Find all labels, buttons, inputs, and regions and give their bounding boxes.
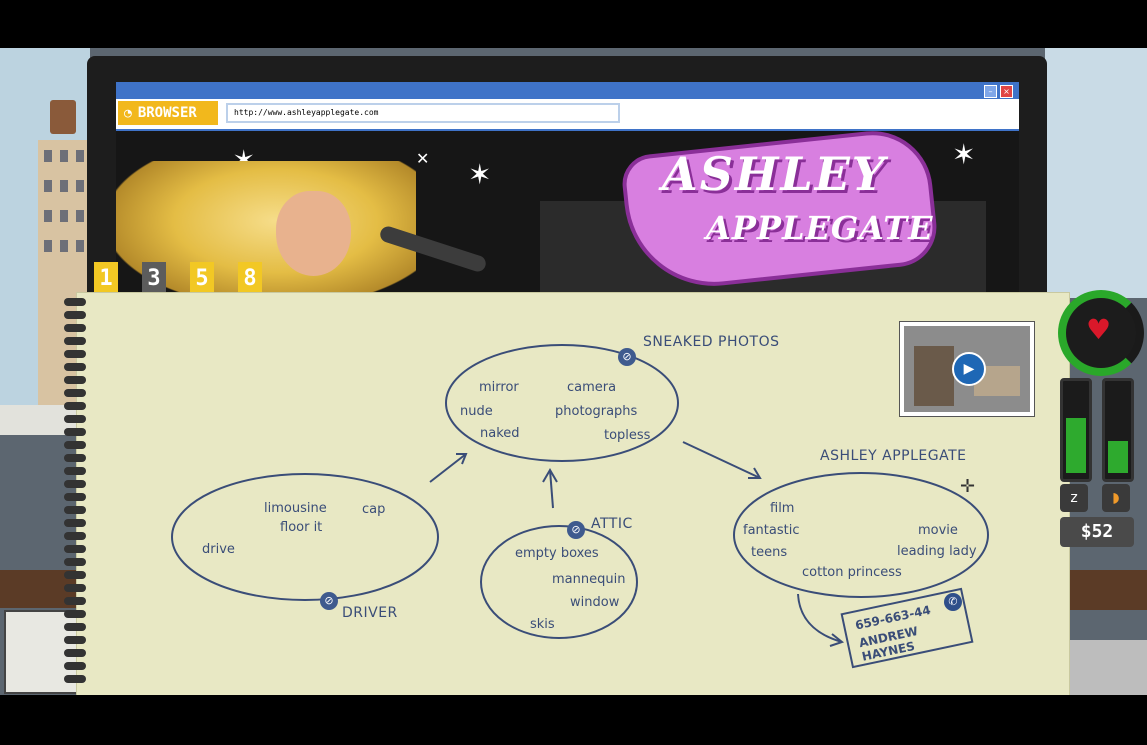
pin-icon[interactable]: ⊘ — [320, 592, 338, 610]
game-scene: – × ◔ BROWSER http://www.ashleyapplegate.… — [0, 0, 1147, 745]
word-photographs[interactable]: photographs — [555, 404, 637, 419]
word-window[interactable]: window — [570, 595, 619, 610]
sleep-bar-fill — [1066, 418, 1086, 473]
video-thumbnail[interactable]: ▶ — [900, 322, 1034, 416]
word-film[interactable]: film — [770, 501, 794, 516]
word-teens[interactable]: teens — [751, 545, 787, 560]
bubble-driver — [171, 473, 439, 601]
word-skis[interactable]: skis — [530, 617, 555, 632]
arrow-photos-to-ashley — [682, 441, 761, 479]
group-title-ashley-applegate: ASHLEY APPLEGATE — [820, 448, 967, 464]
word-fantastic[interactable]: fantastic — [743, 523, 799, 538]
arrow-ashley-to-contact — [797, 593, 843, 643]
word-naked[interactable]: naked — [480, 426, 520, 441]
word-movie[interactable]: movie — [918, 523, 958, 538]
crosshair-cursor-icon: ✛ — [960, 476, 976, 497]
pin-icon[interactable]: ⊘ — [567, 521, 585, 539]
group-title-attic: ATTIC — [591, 516, 633, 532]
word-floor-it[interactable]: floor it — [280, 520, 322, 535]
word-limousine[interactable]: limousine — [264, 501, 327, 516]
hunger-bar-fill — [1108, 441, 1128, 473]
money-display: $52 — [1060, 517, 1134, 547]
letterbox-bottom — [0, 695, 1147, 745]
phone-icon[interactable]: ✆ — [944, 593, 962, 611]
word-drive[interactable]: drive — [202, 542, 235, 557]
pin-icon[interactable]: ⊘ — [618, 348, 636, 366]
word-nude[interactable]: nude — [460, 404, 493, 419]
health-gauge: ♥ — [1052, 290, 1144, 376]
word-cap[interactable]: cap — [362, 502, 385, 517]
word-mirror[interactable]: mirror — [479, 380, 519, 395]
chicken-leg-icon: ◗ — [1102, 484, 1130, 512]
heart-icon: ♥ — [1086, 313, 1112, 346]
sleep-bar — [1060, 378, 1092, 482]
word-cotton-princess[interactable]: cotton princess — [802, 565, 902, 580]
play-icon[interactable]: ▶ — [952, 352, 986, 386]
word-empty-boxes[interactable]: empty boxes — [515, 546, 599, 561]
sleep-icon: z — [1060, 484, 1088, 512]
word-leading-lady[interactable]: leading lady — [897, 544, 977, 559]
thumbnail-figure — [914, 346, 954, 406]
hunger-bar — [1102, 378, 1134, 482]
group-title-sneaked-photos: SNEAKED PHOTOS — [643, 334, 780, 350]
word-mannequin[interactable]: mannequin — [552, 572, 625, 587]
arrow-driver-to-photos — [429, 453, 467, 483]
bubble-sneaked-photos — [445, 344, 679, 462]
word-topless[interactable]: topless — [604, 428, 650, 443]
group-title-driver: DRIVER — [342, 605, 398, 621]
word-camera[interactable]: camera — [567, 380, 616, 395]
